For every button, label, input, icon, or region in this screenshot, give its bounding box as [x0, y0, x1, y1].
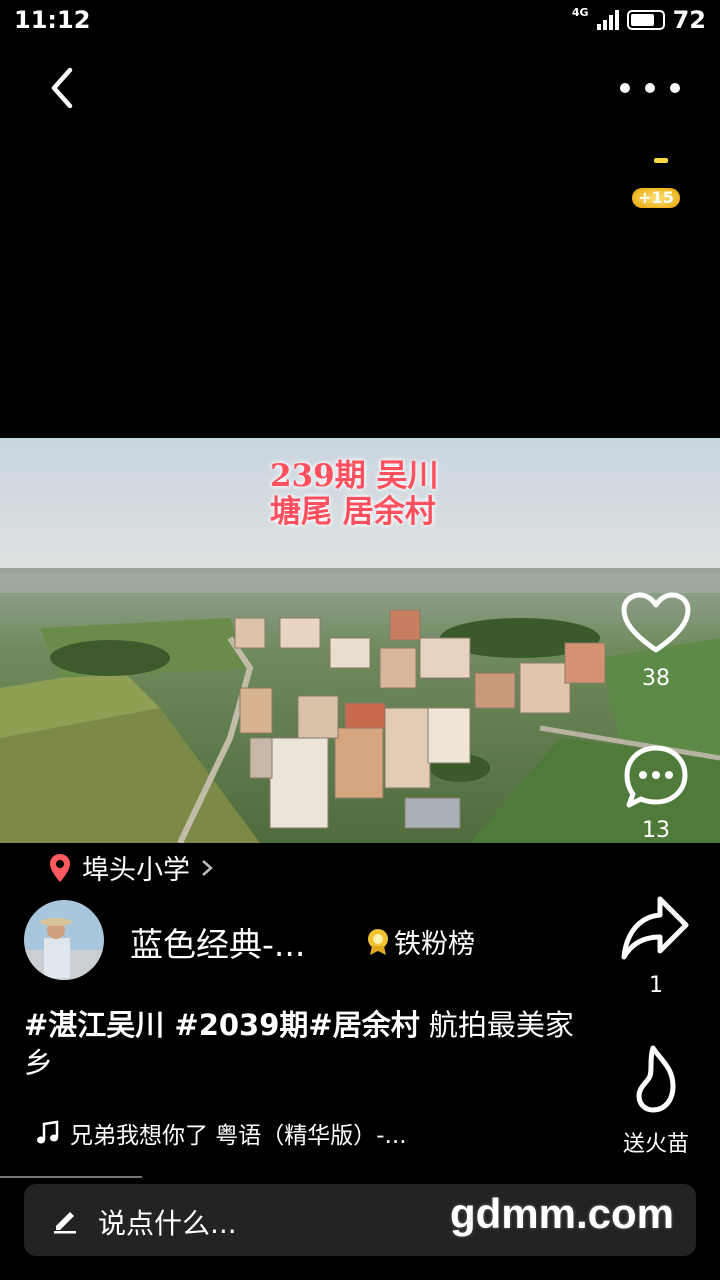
dot — [670, 83, 680, 93]
pencil-icon — [54, 1212, 76, 1234]
music-title: 兄弟我想你了 粤语（精华版）-... — [70, 1123, 407, 1149]
signal-icon — [596, 10, 619, 30]
network-icon: 4G — [571, 5, 589, 19]
reward-dash — [654, 158, 668, 163]
caption-line-2: 塘尾 居余村 — [270, 494, 436, 530]
heart-icon — [621, 592, 691, 653]
watermark: gdmm.com — [449, 1190, 674, 1237]
fans-ranking-label: 铁粉榜 — [394, 929, 475, 960]
flame-icon — [636, 1045, 676, 1113]
dot — [620, 83, 630, 93]
share-count: 1 — [649, 973, 663, 998]
location-pin-icon — [50, 853, 70, 882]
location-tag[interactable]: 埠头小学 — [48, 848, 214, 887]
share-icon — [621, 896, 689, 960]
back-icon[interactable] — [40, 64, 88, 112]
status-time: 11:12 — [14, 6, 91, 34]
gift-fire-button[interactable]: 送火苗 — [606, 1044, 706, 1158]
chevron-right-icon — [202, 859, 213, 876]
gift-label: 送火苗 — [622, 1132, 689, 1157]
reward-badge[interactable]: +15 — [632, 158, 680, 210]
music-note-icon — [37, 1120, 59, 1144]
share-button[interactable]: 1 — [606, 893, 706, 998]
caption-line-1: 239期 吴川 — [270, 458, 439, 494]
status-bar-right: 4G 72 — [571, 5, 706, 35]
battery-icon — [626, 10, 665, 30]
author-name[interactable]: 蓝色经典-... — [130, 918, 305, 966]
music-info[interactable]: 兄弟我想你了 粤语（精华版）-... — [36, 1116, 407, 1150]
more-options-button[interactable] — [620, 70, 680, 106]
fans-ranking-button[interactable]: 铁粉榜 — [366, 922, 475, 961]
comment-input-bar[interactable]: 说点什么... gdmm.com — [24, 1184, 696, 1256]
avatar[interactable] — [24, 900, 104, 980]
comment-count: 13 — [642, 818, 670, 843]
medal-icon — [368, 928, 388, 955]
comment-icon — [624, 745, 688, 808]
like-button[interactable]: 38 — [606, 592, 706, 691]
like-count: 38 — [642, 666, 670, 691]
avatar-image — [24, 900, 104, 980]
comment-placeholder: 说点什么... — [98, 1207, 237, 1240]
video-description: #湛江吴川 #2039期#居余村 航拍最美家乡 — [24, 1006, 584, 1082]
hashtags[interactable]: #湛江吴川 #2039期#居余村 — [24, 1008, 420, 1042]
dot — [645, 83, 655, 93]
video-caption: 239期 吴川 塘尾 居余村 — [270, 458, 439, 530]
battery-level: 72 — [672, 6, 706, 34]
location-label: 埠头小学 — [82, 855, 190, 886]
video-progress-bar[interactable] — [0, 1176, 142, 1178]
reward-count: +15 — [632, 188, 680, 208]
comment-button[interactable]: 13 — [606, 742, 706, 843]
